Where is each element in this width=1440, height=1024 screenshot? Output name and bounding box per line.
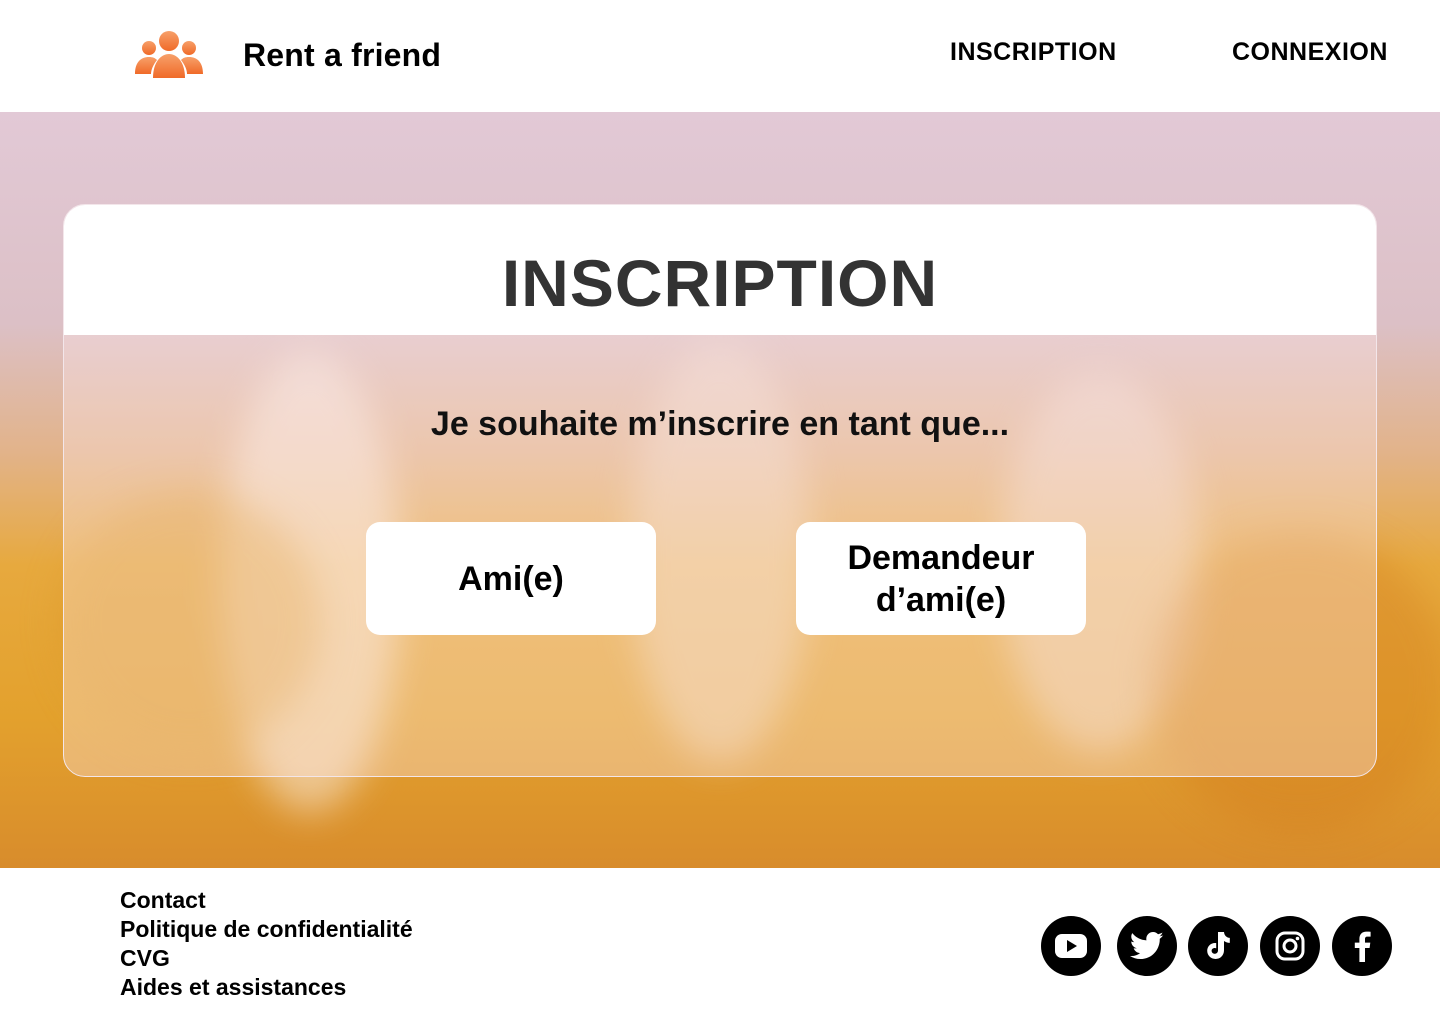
brand-name[interactable]: Rent a friend xyxy=(243,37,441,74)
friend-option-label: Ami(e) xyxy=(458,559,564,598)
facebook-icon[interactable] xyxy=(1332,916,1392,976)
twitter-icon[interactable] xyxy=(1117,916,1177,976)
nav-inscription-link[interactable]: INSCRIPTION xyxy=(950,38,1117,67)
footer-links: Contact Politique de confidentialité CVG… xyxy=(120,886,413,1002)
site-header: Rent a friend INSCRIPTION CONNEXION xyxy=(0,0,1440,112)
tiktok-icon[interactable] xyxy=(1188,916,1248,976)
card-header: INSCRIPTION xyxy=(64,205,1376,335)
youtube-icon[interactable] xyxy=(1041,916,1101,976)
friend-seeker-label-line1: Demandeur xyxy=(847,538,1035,577)
footer-link-cvg[interactable]: CVG xyxy=(120,944,413,973)
footer-link-privacy[interactable]: Politique de confidentialité xyxy=(120,915,413,944)
site-footer: Contact Politique de confidentialité CVG… xyxy=(0,868,1440,1024)
page-title: INSCRIPTION xyxy=(501,246,939,320)
footer-link-contact[interactable]: Contact xyxy=(120,886,413,915)
footer-link-help[interactable]: Aides et assistances xyxy=(120,973,413,1002)
signup-card: INSCRIPTION Je souhaite m’inscrire en ta… xyxy=(63,204,1377,777)
group-icon[interactable] xyxy=(133,30,205,80)
friend-seeker-option-label: Demandeur d’ami(e) xyxy=(847,537,1034,621)
friend-option-button[interactable]: Ami(e) xyxy=(366,522,656,635)
nav-connexion-link[interactable]: CONNEXION xyxy=(1232,38,1388,67)
instagram-icon[interactable] xyxy=(1260,916,1320,976)
signup-prompt: Je souhaite m’inscrire en tant que... xyxy=(430,405,1010,443)
friend-seeker-label-line2: d’ami(e) xyxy=(875,580,1007,619)
friend-seeker-option-button[interactable]: Demandeur d’ami(e) xyxy=(796,522,1086,635)
